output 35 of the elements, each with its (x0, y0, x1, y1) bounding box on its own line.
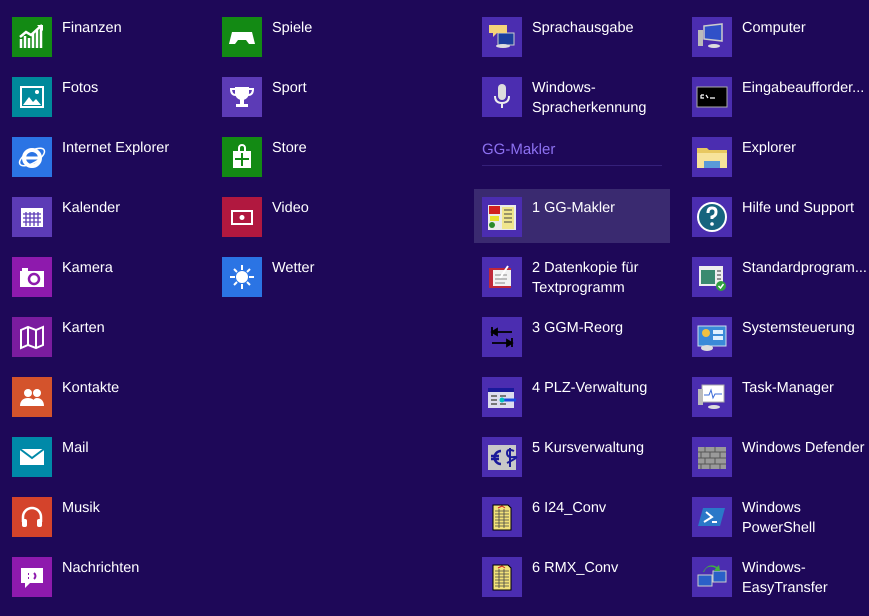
app-entry[interactable]: Task-Manager (684, 369, 869, 423)
app-entry[interactable]: Hilfe und Support (684, 189, 869, 243)
group-header: GG-Makler (482, 140, 556, 160)
app-entry[interactable]: 5 Kursverwaltung (474, 429, 670, 483)
app-entry[interactable]: 6 I24_Conv (474, 489, 670, 543)
app-entry[interactable]: Karten (4, 309, 200, 363)
app-entry[interactable]: 3 GGM-Reorg (474, 309, 670, 363)
app-entry[interactable]: Standardprogram... (684, 249, 869, 303)
app-entry[interactable]: Internet Explorer (4, 129, 200, 183)
app-entry[interactable]: Wetter (214, 249, 410, 303)
app-entry[interactable]: Kalender (4, 189, 200, 243)
app-entry[interactable]: Store (214, 129, 410, 183)
app-entry[interactable]: Fotos (4, 69, 200, 123)
app-entry[interactable]: Kamera (4, 249, 200, 303)
app-entry[interactable]: Spiele (214, 9, 410, 63)
app-entry[interactable]: 6 RMX_Conv (474, 549, 670, 603)
app-entry[interactable]: Windows PowerShell (684, 489, 869, 543)
app-entry[interactable]: Sprachausgabe (474, 9, 670, 63)
app-entry[interactable]: Finanzen (4, 9, 200, 63)
app-entry[interactable]: 1 GG-Makler (474, 189, 670, 243)
app-entry[interactable]: Nachrichten (4, 549, 200, 603)
app-entry[interactable]: Computer (684, 9, 869, 63)
app-entry[interactable]: 2 Datenkopie für Textprogramm (474, 249, 670, 303)
app-entry[interactable]: Explorer (684, 129, 869, 183)
app-entry[interactable]: Kontakte (4, 369, 200, 423)
app-entry[interactable]: Windows Defender (684, 429, 869, 483)
app-entry[interactable]: 4 PLZ-Verwaltung (474, 369, 670, 423)
app-entry[interactable]: Windows- Spracherkennung (474, 69, 670, 123)
app-entry[interactable]: Eingabeaufforder... (684, 69, 869, 123)
app-entry[interactable]: Systemsteuerung (684, 309, 869, 363)
app-entry[interactable]: Video (214, 189, 410, 243)
app-entry[interactable]: Mail (4, 429, 200, 483)
app-entry[interactable]: Musik (4, 489, 200, 543)
app-entry[interactable]: Sport (214, 69, 410, 123)
app-entry[interactable]: Windows- EasyTransfer (684, 549, 869, 603)
